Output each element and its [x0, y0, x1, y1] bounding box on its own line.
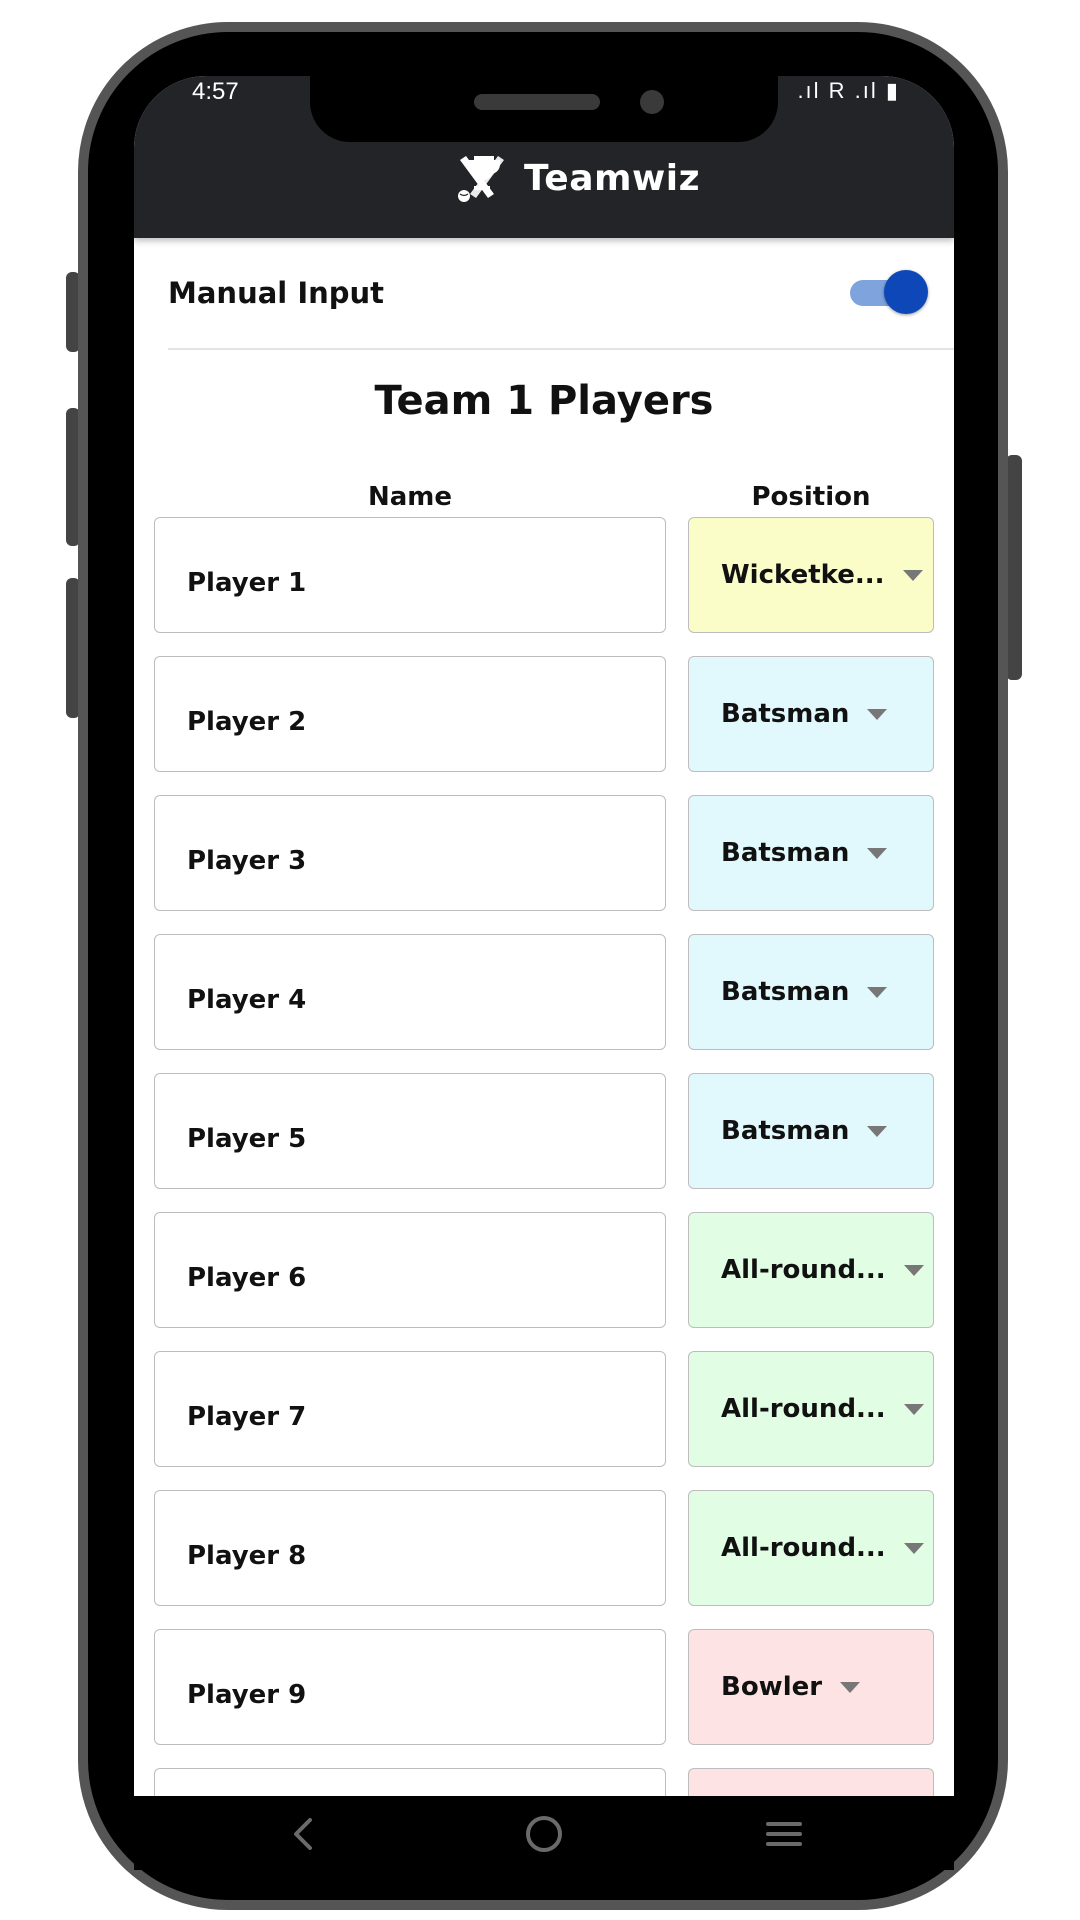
player-name-input[interactable]: Player 5 [154, 1073, 666, 1189]
position-value: Batsman [721, 1116, 850, 1146]
position-value: All-round... [721, 1533, 886, 1563]
position-value: Wicketke... [721, 560, 885, 590]
system-nav-bar [134, 1796, 954, 1870]
status-time: 4:57 [192, 78, 239, 105]
player-name-input[interactable]: Player 7 [154, 1351, 666, 1467]
manual-input-toggle[interactable] [850, 270, 928, 314]
dropdown-arrow-icon [867, 847, 888, 859]
main-content: Manual Input Team 1 Players Name Positio… [134, 238, 954, 1796]
player-name-input[interactable]: Player 6 [154, 1212, 666, 1328]
position-dropdown[interactable]: All-round... [688, 1490, 934, 1606]
player-name-input[interactable]: Player 2 [154, 656, 666, 772]
player-row-partial [154, 1768, 934, 1796]
status-indicators: .ıl R .ıl ▮ [797, 78, 900, 103]
app-brand: Teamwiz [454, 148, 700, 208]
position-value: Batsman [721, 699, 850, 729]
dropdown-arrow-icon [867, 708, 888, 720]
dropdown-arrow-icon [903, 1264, 924, 1276]
column-header-position: Position [751, 482, 871, 512]
player-name-input[interactable]: Player 4 [154, 934, 666, 1050]
player-name-input[interactable]: Player 9 [154, 1629, 666, 1745]
dropdown-arrow-icon [840, 1681, 861, 1693]
player-name-input[interactable]: Player 1 [154, 517, 666, 633]
dropdown-arrow-icon [903, 1542, 924, 1554]
app-bar: 4:57 .ıl R .ıl ▮ Teamwiz [134, 76, 954, 238]
toggle-knob [884, 270, 928, 314]
player-row: Player 5 Batsman [154, 1073, 934, 1191]
position-value: Bowler [721, 1672, 823, 1702]
player-row: Player 4 Batsman [154, 934, 934, 1052]
player-name-input[interactable]: Player 8 [154, 1490, 666, 1606]
manual-input-row: Manual Input [168, 238, 954, 350]
player-row: Player 3 Batsman [154, 795, 934, 913]
back-chevron-icon[interactable] [274, 1804, 334, 1864]
manual-input-label: Manual Input [168, 276, 385, 310]
dropdown-arrow-icon [903, 1403, 924, 1415]
player-name-input[interactable]: Player 3 [154, 795, 666, 911]
player-row: Player 7 All-round... [154, 1351, 934, 1469]
position-dropdown[interactable]: Wicketke... [688, 517, 934, 633]
position-dropdown[interactable] [688, 1768, 934, 1796]
position-value: All-round... [721, 1394, 886, 1424]
player-row: Player 8 All-round... [154, 1490, 934, 1608]
position-dropdown[interactable]: Batsman [688, 934, 934, 1050]
player-row: Player 1 Wicketke... [154, 517, 934, 635]
power-button [1006, 455, 1022, 680]
player-row: Player 6 All-round... [154, 1212, 934, 1330]
position-dropdown[interactable]: All-round... [688, 1212, 934, 1328]
position-dropdown[interactable]: Batsman [688, 1073, 934, 1189]
position-value: All-round... [721, 1255, 886, 1285]
position-dropdown[interactable]: Bowler [688, 1629, 934, 1745]
column-header-name: Name [367, 482, 453, 512]
position-dropdown[interactable]: Batsman [688, 656, 934, 772]
camera-notch [310, 76, 778, 142]
position-dropdown[interactable]: All-round... [688, 1351, 934, 1467]
position-dropdown[interactable]: Batsman [688, 795, 934, 911]
team-title: Team 1 Players [374, 378, 714, 424]
home-circle-icon[interactable] [514, 1804, 574, 1864]
menu-lines-icon[interactable] [754, 1804, 814, 1864]
player-row: Player 9 Bowler [154, 1629, 934, 1747]
trophy-cricket-icon [458, 156, 504, 202]
player-row: Player 2 Batsman [154, 656, 934, 774]
dropdown-arrow-icon [902, 569, 923, 581]
position-value: Batsman [721, 838, 850, 868]
app-title: Teamwiz [524, 157, 701, 199]
player-name-input[interactable] [154, 1768, 666, 1796]
dropdown-arrow-icon [867, 1125, 888, 1137]
dropdown-arrow-icon [867, 986, 888, 998]
phone-screen: 4:57 .ıl R .ıl ▮ Teamwiz Manual Input Te… [134, 76, 954, 1796]
front-camera [640, 90, 664, 114]
position-value: Batsman [721, 977, 850, 1007]
speaker-grille [474, 94, 600, 110]
